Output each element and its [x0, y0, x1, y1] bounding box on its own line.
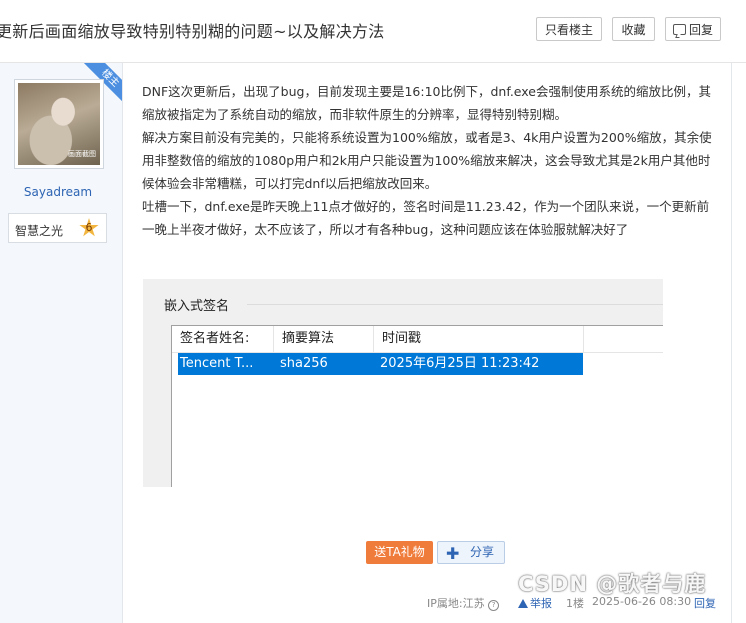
only-op-button[interactable]: 只看楼主 — [536, 17, 602, 41]
avatar-tag: 画面截图 — [68, 150, 96, 158]
post-paragraph: 解决方案目前没有完美的，只能将系统设置为100%缩放，或者是3、4k用户设置为2… — [142, 130, 712, 191]
column-timestamp: 时间戳 — [374, 326, 584, 352]
signature-row-selected: Tencent T... sha256 2025年6月25日 11:23:42 — [178, 353, 583, 375]
ip-location: IP属地:江苏 ? — [427, 595, 500, 611]
csdn-watermark: CSDN @歌者与鹿 — [518, 572, 707, 596]
badge-name: 智慧之光 — [15, 224, 64, 238]
send-gift-button[interactable]: 送TA礼物 — [366, 541, 433, 564]
author-username[interactable]: Sayadream — [0, 185, 116, 199]
post-divider — [731, 63, 732, 623]
avatar-image: 画面截图 — [18, 83, 100, 165]
reply-button-label: 回复 — [688, 23, 713, 37]
signature-screenshot: 嵌入式签名 签名者姓名: 摘要算法 时间戳 Tencent T... sha25… — [143, 279, 663, 487]
post-paragraph: 吐槽一下，dnf.exe是昨天晚上11点才做好的，签名时间是11.23.42，作… — [142, 199, 710, 237]
column-digest: 摘要算法 — [274, 326, 374, 352]
thread-title: 更新后画面缩放导致特别特别糊的问题~以及解决方法 — [0, 22, 385, 41]
reply-button[interactable]: 回复 — [665, 17, 721, 41]
signature-section-title: 嵌入式签名 — [164, 299, 230, 314]
signature-list: 签名者姓名: 摘要算法 时间戳 Tencent T... sha256 2025… — [171, 325, 663, 487]
report-label: 举报 — [530, 597, 552, 610]
post-content: DNF这次更新后，出现了bug，目前发现主要是16:10比例下，dnf.exe会… — [142, 80, 716, 241]
signature-divider — [247, 304, 663, 305]
warning-icon — [518, 599, 528, 608]
signature-list-header: 签名者姓名: 摘要算法 时间戳 — [172, 326, 663, 353]
share-button[interactable]: ✚ 分享 — [437, 541, 505, 564]
help-icon[interactable]: ? — [488, 600, 500, 611]
comment-icon — [672, 24, 686, 35]
favorite-button[interactable]: 收藏 — [612, 17, 655, 41]
ip-location-text: IP属地:江苏 — [427, 597, 485, 610]
thread-header: 更新后画面缩放导致特别特别糊的问题~以及解决方法 只看楼主 收藏 回复 — [0, 0, 746, 63]
digest-algorithm: sha256 — [280, 356, 328, 371]
column-signer: 签名者姓名: — [172, 326, 274, 352]
author-badge[interactable]: 智慧之光 6 — [8, 213, 107, 243]
signature-timestamp: 2025年6月25日 11:23:42 — [380, 356, 540, 371]
signer-name: Tencent T... — [180, 356, 254, 371]
avatar[interactable]: 画面截图 — [14, 79, 104, 169]
post-paragraph: DNF这次更新后，出现了bug，目前发现主要是16:10比例下，dnf.exe会… — [142, 84, 711, 122]
share-icon: ✚ — [446, 544, 460, 563]
share-button-label: 分享 — [470, 545, 495, 559]
badge-level-star-icon: 6 — [79, 218, 99, 237]
